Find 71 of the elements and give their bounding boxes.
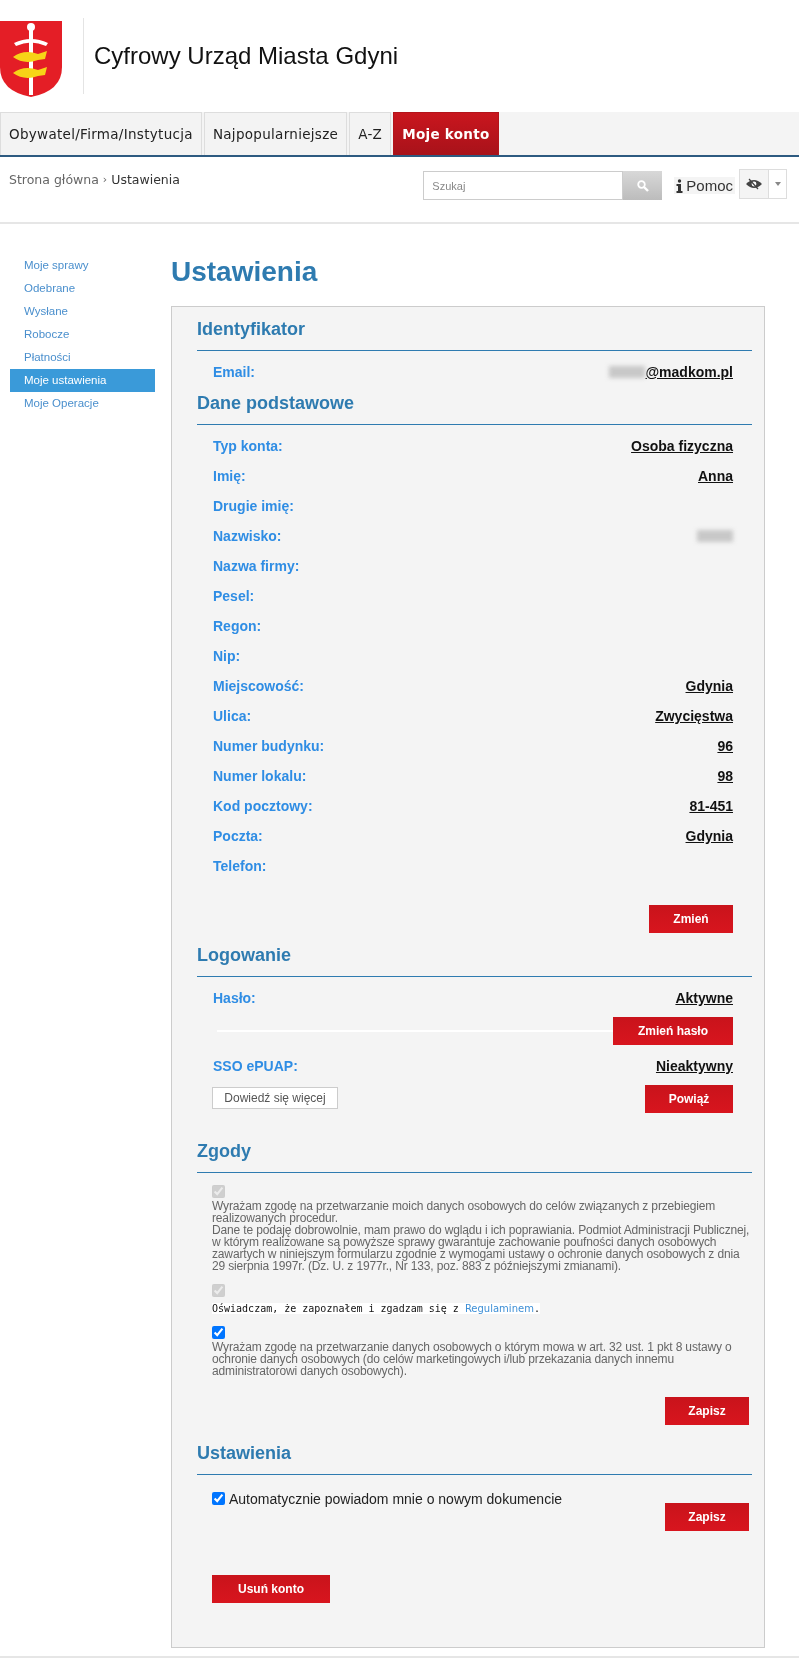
field-value: Gdynia bbox=[685, 828, 733, 844]
field-value: Aktywne bbox=[675, 990, 733, 1006]
eye-icon bbox=[745, 178, 763, 190]
nav-tab[interactable]: Moje konto bbox=[393, 112, 499, 155]
consent-text: Wyrażam zgodę na przetwarzanie danych osobowych o którym mowa w art. 32 ust. 1 pkt 8 ustawy o ochronie danych osobowych (do celów marketingowych i/lub przekazania danych innemu administratorowi danych osobowych). bbox=[212, 1341, 733, 1377]
change-password-button[interactable]: Zmień hasło bbox=[613, 1017, 733, 1045]
field-label: Email: bbox=[213, 364, 255, 380]
breadcrumb-current: Ustawienia bbox=[111, 172, 180, 187]
save-button[interactable]: Zapisz bbox=[665, 1397, 749, 1425]
nav-tab[interactable]: Najpopularniejsze bbox=[203, 112, 348, 155]
search-field[interactable]: Szukaj bbox=[423, 171, 624, 200]
notify-label: Automatycznie powiadom mnie o nowym dokumencie bbox=[229, 1491, 563, 1507]
field-value: @madkom.pl bbox=[645, 364, 733, 380]
site-title: Cyfrowy Urząd Miasta Gdyni bbox=[94, 42, 399, 70]
help-link[interactable]: Pomoc bbox=[674, 177, 735, 194]
field-value: Zwycięstwa bbox=[655, 708, 733, 724]
info-icon bbox=[676, 178, 684, 193]
delete-account-button[interactable]: Usuń konto bbox=[212, 1575, 330, 1603]
field-value: 96 bbox=[717, 738, 733, 754]
field-label: Nazwa firmy: bbox=[213, 558, 300, 574]
field-label: Telefon: bbox=[213, 858, 267, 874]
caret-icon bbox=[774, 182, 781, 186]
page-title: Ustawienia bbox=[171, 256, 319, 288]
sidebar-item[interactable]: Odebrane bbox=[10, 277, 155, 300]
field-label: Nip: bbox=[213, 648, 241, 664]
change-button[interactable]: Zmień bbox=[649, 905, 733, 933]
nav-tab[interactable]: Obywatel/Firma/Instytucja bbox=[0, 112, 202, 155]
accessibility-button[interactable] bbox=[739, 169, 769, 199]
field-label: Pesel: bbox=[213, 588, 255, 604]
save-button[interactable]: Zapisz bbox=[665, 1503, 749, 1531]
section-heading: Identyfikator bbox=[197, 319, 752, 351]
field-label: Imię: bbox=[213, 468, 246, 484]
sidebar-item[interactable]: Wysłane bbox=[10, 300, 155, 323]
field-label: Typ konta: bbox=[213, 438, 283, 454]
breadcrumb-link[interactable]: Strona główna bbox=[9, 172, 99, 187]
search-button[interactable] bbox=[623, 171, 663, 200]
link-account-button[interactable]: Powiąż bbox=[645, 1085, 733, 1113]
field-label: Nazwisko: bbox=[213, 528, 282, 544]
field-label: Numer lokalu: bbox=[213, 768, 307, 784]
field-label: Miejscowość: bbox=[213, 678, 305, 694]
field-value: 81-451 bbox=[689, 798, 733, 814]
search-icon bbox=[636, 179, 649, 192]
consent-checkbox[interactable] bbox=[212, 1326, 225, 1339]
field-label: Hasło: bbox=[213, 990, 256, 1006]
consent-text: Wyrażam zgodę na przetwarzanie moich danych osobowych do celów związanych z przebiegiem realizowanych procedur. Dane te podaję dobrowolnie, mam prawo do wglądu i ich poprawiania. Podmiot Administracji Publicznej, w którym realizowane są powyższe sprawy gwarantuje zachowanie poufności danych osobowych zawartych w niniejszym formularzu zgodnie z wymogami ustawy o ochronie danych osobowych z dnia 29 sierpnia 1997r. (Dz. U. z 1977r., Nr 133, poz. 883 z późniejszymi zmianami). bbox=[212, 1200, 751, 1272]
sidebar-item[interactable]: Moje sprawy bbox=[10, 254, 155, 277]
field-label: SSO ePUAP: bbox=[213, 1058, 298, 1074]
sidebar-item[interactable]: Moje Operacje bbox=[10, 392, 155, 415]
field-value: Osoba fizyczna bbox=[631, 438, 733, 454]
field-value: Anna bbox=[698, 468, 733, 484]
sidebar-item[interactable]: Płatności bbox=[10, 346, 155, 369]
section-heading: Zgody bbox=[197, 1141, 752, 1173]
field-label: Regon: bbox=[213, 618, 262, 634]
field-value: Nieaktywny bbox=[655, 1058, 733, 1074]
field-label: Kod pocztowy: bbox=[213, 798, 313, 814]
field-label: Numer budynku: bbox=[213, 738, 325, 754]
sidebar-item[interactable]: Moje ustawienia bbox=[10, 369, 155, 392]
notify-checkbox[interactable] bbox=[212, 1491, 225, 1505]
field-value: Gdynia bbox=[685, 678, 733, 694]
sidebar-item[interactable]: Robocze bbox=[10, 323, 155, 346]
section-heading: Ustawienia bbox=[197, 1443, 752, 1475]
section-heading: Logowanie bbox=[197, 945, 752, 977]
nav-tab[interactable]: A-Z bbox=[349, 112, 392, 155]
consent-text: Oświadczam, że zapoznałem i zgadzam się z Regulaminem. bbox=[212, 1303, 540, 1314]
field-label: Ulica: bbox=[213, 708, 252, 724]
field-label: Poczta: bbox=[213, 828, 263, 844]
section-heading: Dane podstawowe bbox=[197, 393, 752, 425]
breadcrumb-separator: › bbox=[102, 173, 108, 186]
field-label: Drugie imię: bbox=[213, 498, 294, 514]
field-value: 98 bbox=[717, 768, 733, 784]
learn-more-button[interactable]: Dowiedź się więcej bbox=[212, 1087, 338, 1109]
